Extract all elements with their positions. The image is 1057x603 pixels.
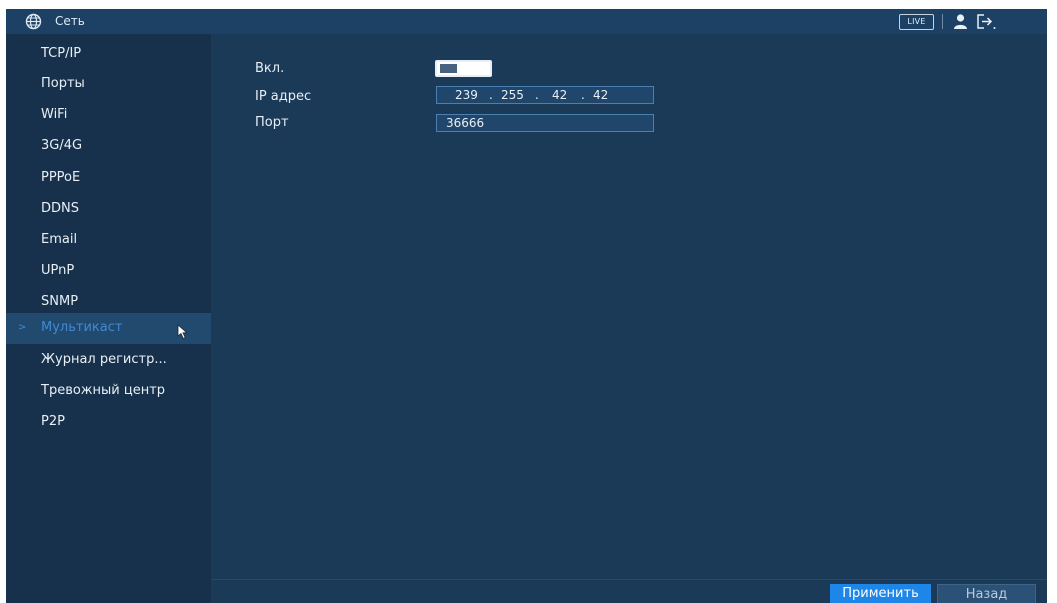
sidebar-item-label: SNMP xyxy=(41,294,79,309)
multicast-settings-panel: Вкл. IP адрес 239 . 255 . 42 . 42 Порт 3… xyxy=(211,34,1047,603)
logout-icon[interactable] xyxy=(976,13,996,30)
sidebar-item-label: Порты xyxy=(41,76,85,91)
ip-dot: . xyxy=(535,88,539,102)
sidebar: TCP/IP Порты WiFi 3G/4G PPPoE DDNS Email… xyxy=(6,34,211,603)
live-button[interactable]: LIVE xyxy=(899,14,934,30)
enable-toggle[interactable] xyxy=(435,60,492,77)
port-field[interactable]: 36666 xyxy=(436,114,654,132)
apply-button[interactable]: Применить xyxy=(830,584,931,603)
ip-octet-1[interactable]: 239 xyxy=(455,88,478,102)
port-value: 36666 xyxy=(446,116,485,130)
user-icon[interactable] xyxy=(952,13,969,30)
sidebar-item-label: 3G/4G xyxy=(41,138,83,153)
sidebar-item-label: Email xyxy=(41,232,78,247)
title-bar: Сеть LIVE xyxy=(6,9,1047,35)
ip-octet-4[interactable]: 42 xyxy=(593,88,608,102)
sidebar-item-p2p[interactable]: P2P xyxy=(6,407,211,438)
sidebar-item-label: Журнал регистр... xyxy=(41,352,167,367)
ip-octet-2[interactable]: 255 xyxy=(501,88,524,102)
sidebar-item-3g4g[interactable]: 3G/4G xyxy=(6,131,211,162)
sidebar-item-registry-log[interactable]: Журнал регистр... xyxy=(6,345,211,376)
globe-icon xyxy=(25,13,42,30)
back-button[interactable]: Назад xyxy=(937,584,1036,603)
sidebar-item-label: Мультикаст xyxy=(41,320,123,335)
sidebar-item-ddns[interactable]: DDNS xyxy=(6,194,211,225)
page-title: Сеть xyxy=(55,14,85,28)
active-marker-icon: > xyxy=(18,322,27,333)
sidebar-item-tcpip[interactable]: TCP/IP xyxy=(6,39,211,70)
sidebar-item-upnp[interactable]: UPnP xyxy=(6,256,211,287)
sidebar-item-label: TCP/IP xyxy=(41,46,82,61)
ip-address-field[interactable]: 239 . 255 . 42 . 42 xyxy=(436,86,654,104)
port-label: Порт xyxy=(255,115,289,130)
sidebar-item-email[interactable]: Email xyxy=(6,225,211,256)
ip-address-label: IP адрес xyxy=(255,89,312,104)
mouse-cursor-icon xyxy=(177,324,189,340)
ip-dot: . xyxy=(489,88,493,102)
sidebar-item-label: PPPoE xyxy=(41,170,81,185)
sidebar-item-label: UPnP xyxy=(41,263,75,278)
enable-label: Вкл. xyxy=(255,61,285,76)
footer-divider xyxy=(211,579,1047,580)
sidebar-item-multicast[interactable]: > Мультикаст xyxy=(6,313,211,344)
sidebar-item-ports[interactable]: Порты xyxy=(6,69,211,100)
ip-dot: . xyxy=(581,88,585,102)
sidebar-item-label: Тревожный центр xyxy=(41,383,166,398)
sidebar-item-alarm-center[interactable]: Тревожный центр xyxy=(6,376,211,407)
app-window: Сеть LIVE TCP/IP Порты WiFi 3G/4G PPPoE xyxy=(6,9,1047,603)
toolbar-divider xyxy=(942,14,943,29)
sidebar-item-pppoe[interactable]: PPPoE xyxy=(6,163,211,194)
sidebar-item-label: WiFi xyxy=(41,107,68,122)
toggle-knob xyxy=(440,64,457,73)
ip-octet-3[interactable]: 42 xyxy=(552,88,567,102)
sidebar-item-wifi[interactable]: WiFi xyxy=(6,100,211,131)
sidebar-item-label: P2P xyxy=(41,414,65,429)
sidebar-item-label: DDNS xyxy=(41,201,79,216)
